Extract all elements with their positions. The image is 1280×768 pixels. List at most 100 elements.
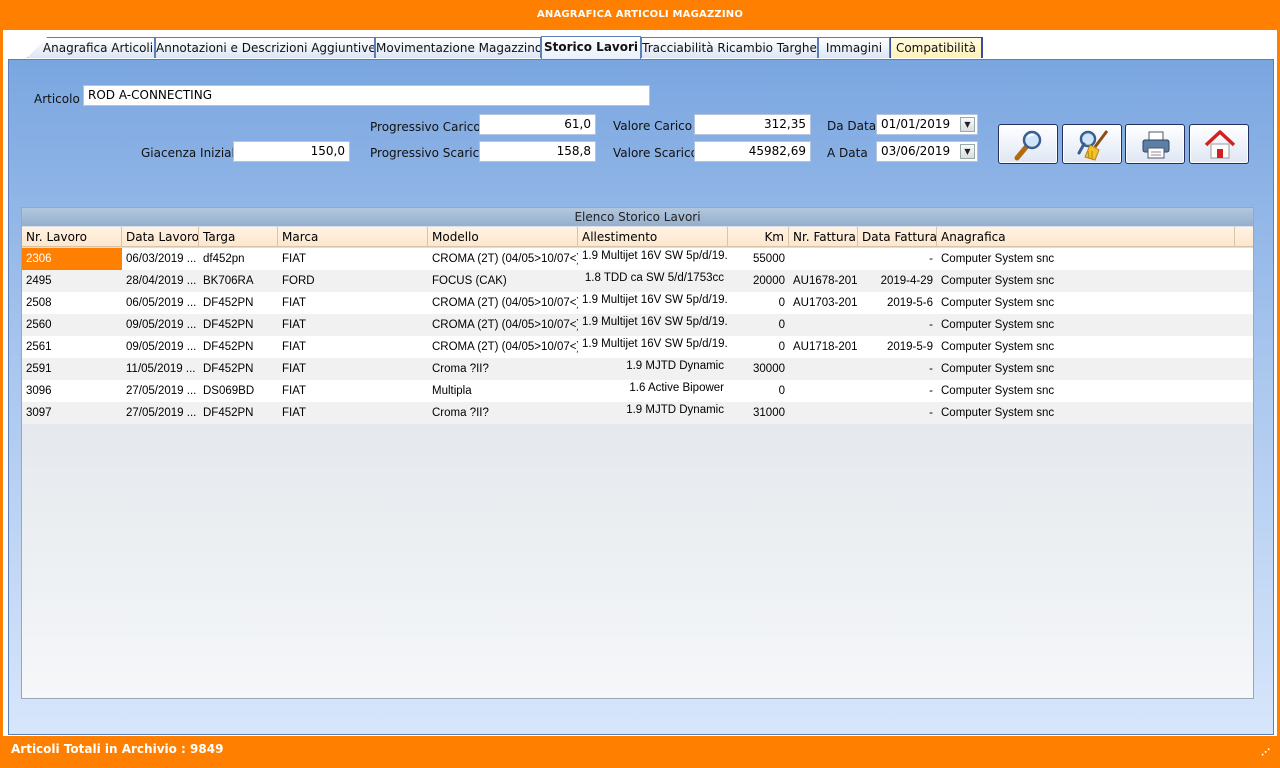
da-data-picker[interactable]: 01/01/2019 ▼ xyxy=(876,114,978,135)
home-button[interactable] xyxy=(1189,124,1249,164)
table-cell[interactable]: 2508 xyxy=(22,292,122,314)
table-cell[interactable]: df452pn xyxy=(199,248,278,270)
clear-search-button[interactable] xyxy=(1062,124,1122,164)
table-cell[interactable]: - xyxy=(858,314,937,336)
table-cell[interactable]: DF452PN xyxy=(199,336,278,358)
print-button[interactable] xyxy=(1125,124,1185,164)
table-cell[interactable]: 30000 xyxy=(728,358,789,380)
column-header[interactable]: Km xyxy=(728,227,789,247)
table-cell[interactable]: 3096 xyxy=(22,380,122,402)
table-cell[interactable] xyxy=(789,358,858,380)
table-cell[interactable]: FIAT xyxy=(278,402,428,424)
table-cell[interactable]: 1.9 MJTD Dynamic xyxy=(578,358,728,380)
table-cell[interactable]: 27/05/2019 ... xyxy=(122,402,199,424)
table-cell[interactable]: DS069BD xyxy=(199,380,278,402)
table-cell[interactable]: FIAT xyxy=(278,314,428,336)
table-cell[interactable]: 55000 xyxy=(728,248,789,270)
table-cell[interactable]: 11/05/2019 ... xyxy=(122,358,199,380)
column-header[interactable]: Nr. Lavoro xyxy=(22,227,122,247)
table-cell[interactable]: - xyxy=(858,380,937,402)
chevron-down-icon[interactable]: ▼ xyxy=(960,117,975,132)
table-cell[interactable]: 2019-4-29 xyxy=(858,270,937,292)
table-cell[interactable]: 3097 xyxy=(22,402,122,424)
table-cell[interactable]: Computer System snc xyxy=(937,270,1235,292)
table-cell[interactable]: 2019-5-6 xyxy=(858,292,937,314)
table-cell[interactable]: - xyxy=(858,248,937,270)
table-cell[interactable]: 1.9 Multijet 16V SW 5p/d/19... xyxy=(578,314,728,336)
table-cell[interactable]: - xyxy=(858,402,937,424)
table-row[interactable]: 3097 27/05/2019 ... DF452PN FIAT Croma ?II? 1… xyxy=(22,402,1253,424)
tab-tracciabilita[interactable]: Tracciabilità Ricambio Targhe xyxy=(641,37,818,58)
table-row[interactable]: 2561 09/05/2019 ... DF452PN FIAT CROMA (2T) … xyxy=(22,336,1253,358)
articolo-field[interactable]: ROD A-CONNECTING xyxy=(83,85,650,106)
table-cell[interactable]: 1.9 Multijet 16V SW 5p/d/19... xyxy=(578,336,728,358)
table-cell[interactable]: Computer System snc xyxy=(937,380,1235,402)
table-cell[interactable]: 2560 xyxy=(22,314,122,336)
table-cell[interactable]: CROMA (2T) (04/05>10/07<) xyxy=(428,292,578,314)
table-cell[interactable]: FIAT xyxy=(278,380,428,402)
table-cell[interactable]: 28/04/2019 ... xyxy=(122,270,199,292)
table-cell[interactable]: 2495 xyxy=(22,270,122,292)
table-cell[interactable]: 0 xyxy=(728,314,789,336)
table-cell[interactable]: Computer System snc xyxy=(937,402,1235,424)
search-button[interactable] xyxy=(998,124,1058,164)
resize-grip-icon[interactable]: ⋰ xyxy=(1261,748,1273,760)
table-row[interactable]: 2560 09/05/2019 ... DF452PN FIAT CROMA (2T) … xyxy=(22,314,1253,336)
column-header[interactable]: Allestimento xyxy=(578,227,728,247)
valore-carico-field[interactable]: 312,35 xyxy=(694,114,811,135)
table-cell[interactable]: DF452PN xyxy=(199,402,278,424)
progressivo-scarico-field[interactable]: 158,8 xyxy=(479,141,596,162)
table-cell[interactable]: FIAT xyxy=(278,336,428,358)
table-cell[interactable]: 2019-5-9 xyxy=(858,336,937,358)
table-cell[interactable]: 1.9 Multijet 16V SW 5p/d/19... xyxy=(578,292,728,314)
tab-compatibilita[interactable]: Compatibilità xyxy=(890,37,983,58)
tab-movimentazione[interactable]: Movimentazione Magazzino xyxy=(375,37,541,58)
table-cell[interactable]: Computer System snc xyxy=(937,336,1235,358)
column-header[interactable]: Anagrafica xyxy=(937,227,1235,247)
table-cell[interactable] xyxy=(789,314,858,336)
column-header[interactable]: Data Fattura xyxy=(858,227,937,247)
column-header[interactable]: Nr. Fattura xyxy=(789,227,858,247)
table-cell[interactable]: 09/05/2019 ... xyxy=(122,314,199,336)
column-header[interactable]: Modello xyxy=(428,227,578,247)
table-cell[interactable]: CROMA (2T) (04/05>10/07<) xyxy=(428,248,578,270)
table-cell[interactable]: Croma ?II? xyxy=(428,358,578,380)
column-header[interactable]: Data Lavoro xyxy=(122,227,199,247)
table-cell[interactable]: Croma ?II? xyxy=(428,402,578,424)
table-cell[interactable]: Computer System snc xyxy=(937,248,1235,270)
table-row[interactable]: 3096 27/05/2019 ... DS069BD FIAT Multipla 1.6… xyxy=(22,380,1253,402)
table-cell[interactable]: DF452PN xyxy=(199,314,278,336)
table-cell[interactable] xyxy=(789,380,858,402)
table-cell[interactable]: 1.9 MJTD Dynamic xyxy=(578,402,728,424)
table-cell[interactable]: Computer System snc xyxy=(937,314,1235,336)
table-cell[interactable]: 0 xyxy=(728,380,789,402)
table-row[interactable]: 2495 28/04/2019 ... BK706RA FORD FOCUS (CAK)… xyxy=(22,270,1253,292)
progressivo-carico-field[interactable]: 61,0 xyxy=(479,114,596,135)
a-data-picker[interactable]: 03/06/2019 ▼ xyxy=(876,141,978,162)
tab-anagrafica-articoli[interactable]: Anagrafica Articoli xyxy=(27,37,155,58)
column-header[interactable]: Marca xyxy=(278,227,428,247)
table-cell[interactable]: 2561 xyxy=(22,336,122,358)
tab-storico-lavori[interactable]: Storico Lavori xyxy=(541,36,641,59)
table-cell[interactable]: 31000 xyxy=(728,402,789,424)
table-cell[interactable]: DF452PN xyxy=(199,358,278,380)
table-cell[interactable]: 27/05/2019 ... xyxy=(122,380,199,402)
table-cell[interactable]: 2306 xyxy=(22,248,122,270)
table-cell[interactable]: 09/05/2019 ... xyxy=(122,336,199,358)
giacenza-iniziale-field[interactable]: 150,0 xyxy=(233,141,350,162)
valore-scarico-field[interactable]: 45982,69 xyxy=(694,141,811,162)
table-row[interactable]: 2591 11/05/2019 ... DF452PN FIAT Croma ?II? 1… xyxy=(22,358,1253,380)
table-cell[interactable]: 06/03/2019 ... xyxy=(122,248,199,270)
table-cell[interactable]: AU1678-2019 xyxy=(789,270,858,292)
table-cell[interactable] xyxy=(789,248,858,270)
table-cell[interactable]: 1.8 TDD ca SW 5/d/1753cc xyxy=(578,270,728,292)
table-cell[interactable]: 2591 xyxy=(22,358,122,380)
tab-annotazioni[interactable]: Annotazioni e Descrizioni Aggiuntive xyxy=(155,37,375,58)
table-cell[interactable]: FIAT xyxy=(278,248,428,270)
table-cell[interactable]: AU1703-2019 xyxy=(789,292,858,314)
table-cell[interactable]: 0 xyxy=(728,336,789,358)
table-cell[interactable]: DF452PN xyxy=(199,292,278,314)
table-cell[interactable]: 20000 xyxy=(728,270,789,292)
table-cell[interactable]: - xyxy=(858,358,937,380)
table-cell[interactable]: BK706RA xyxy=(199,270,278,292)
